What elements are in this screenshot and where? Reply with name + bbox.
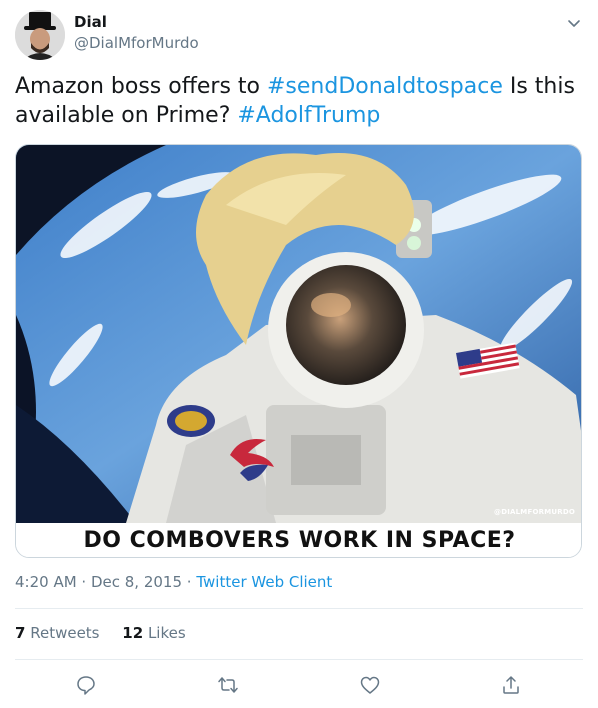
image-caption: DO COMBOVERS WORK IN SPACE? [16,523,581,557]
divider [15,659,583,660]
meta-separator: · [182,573,197,591]
tweet-text: Amazon boss offers to #sendDonaldtospace… [15,72,580,130]
tweet-date[interactable]: Dec 8, 2015 [91,573,182,591]
hashtag-link[interactable]: #sendDonaldtospace [267,74,503,99]
likes-stat[interactable]: 12 Likes [122,624,185,642]
divider [15,608,583,609]
tweet-text-part: Amazon boss offers to [15,74,267,99]
tweet-card: Dial @DialMforMurdo Amazon boss offers t… [0,0,598,708]
likes-label: Likes [147,624,186,642]
tweet-source[interactable]: Twitter Web Client [196,573,332,591]
retweets-stat[interactable]: 7 Retweets [15,624,100,642]
retweets-label: Retweets [30,624,100,642]
like-icon[interactable] [359,674,381,696]
watermark-text: @DIALMFORMURDO [494,508,575,516]
likes-count: 12 [122,624,144,642]
meta-separator: · [76,573,91,591]
retweets-count: 7 [15,624,26,642]
display-name[interactable]: Dial [74,13,107,31]
user-handle[interactable]: @DialMforMurdo [74,34,199,52]
astronaut-photo[interactable] [16,145,582,523]
retweet-icon[interactable] [217,674,239,696]
reply-icon[interactable] [75,674,97,696]
share-icon[interactable] [500,674,522,696]
tweet-time[interactable]: 4:20 AM [15,573,77,591]
tweet-stats: 7 Retweets 12 Likes [15,624,204,642]
hashtag-link[interactable]: #AdolfTrump [237,103,380,128]
avatar[interactable] [15,10,65,60]
chevron-down-icon[interactable] [565,14,583,32]
tweet-meta: 4:20 AM · Dec 8, 2015 · Twitter Web Clie… [15,573,332,591]
media-attachment[interactable]: @DIALMFORMURDO DO COMBOVERS WORK IN SPAC… [15,144,582,558]
